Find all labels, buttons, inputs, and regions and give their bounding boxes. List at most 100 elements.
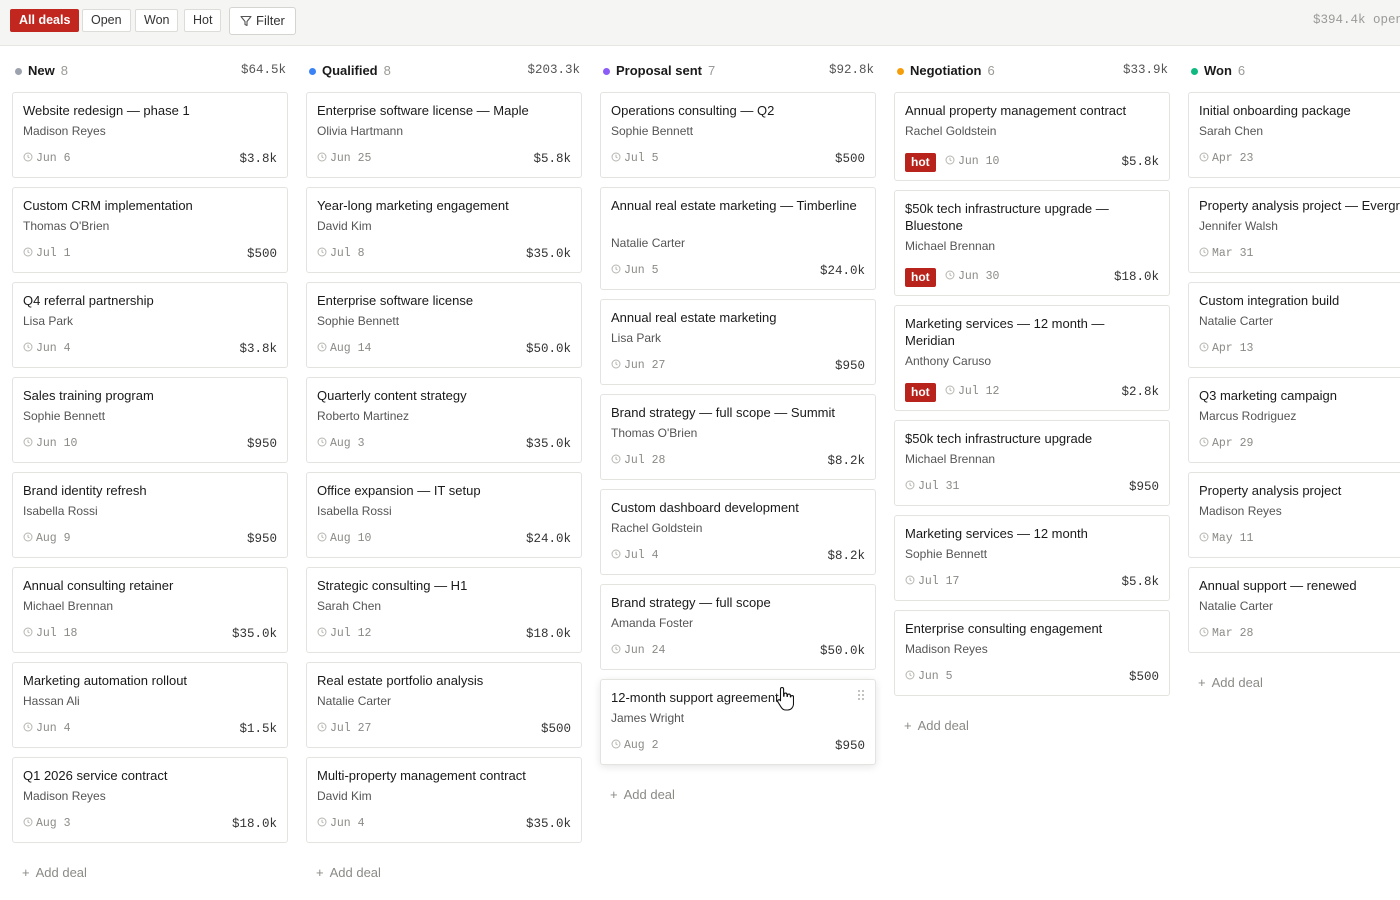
deal-card[interactable]: Brand identity refresh Isabella Rossi Aug … xyxy=(12,472,288,558)
deal-card[interactable]: Custom integration build Natalie Carter Ap… xyxy=(1188,282,1400,368)
deal-card[interactable]: Operations consulting — Q2 Sophie Bennett… xyxy=(600,92,876,178)
clock-icon xyxy=(317,627,327,641)
segment-all-deals[interactable]: All deals xyxy=(10,9,80,32)
deal-date-text: Jul 28 xyxy=(624,454,666,467)
deal-title: Q3 marketing campaign xyxy=(1199,388,1338,403)
deal-date-text: Jun 6 xyxy=(36,152,71,165)
deal-contact: Rachel Goldstein xyxy=(905,124,997,138)
deal-card[interactable]: Sales training program Sophie Bennett Jun … xyxy=(12,377,288,463)
drag-handle-icon[interactable] xyxy=(857,689,865,701)
deal-card[interactable]: Annual consulting retainer Michael Brenna… xyxy=(12,567,288,653)
deal-card[interactable]: Custom dashboard development Rachel Golds… xyxy=(600,489,876,575)
deal-date: Jun 5 xyxy=(905,670,953,684)
deal-card[interactable]: Annual real estate marketing Lisa Park Jun… xyxy=(600,299,876,385)
clock-icon xyxy=(317,532,327,546)
deal-date: Apr 29 xyxy=(1199,437,1253,451)
deal-card[interactable]: Marketing services — 12 month — Meridian… xyxy=(894,305,1170,411)
deal-date: Aug 9 xyxy=(23,532,71,546)
deal-card[interactable]: Office expansion — IT setup Isabella Ross… xyxy=(306,472,582,558)
column-total: $64.5k xyxy=(240,63,286,77)
deal-title: Property analysis project — Evergreen xyxy=(1199,198,1400,213)
deal-title: Brand strategy — full scope — Summit xyxy=(611,405,835,420)
deal-date-text: Jun 4 xyxy=(36,342,71,355)
deal-card[interactable]: Brand strategy — full scope Amanda Foster… xyxy=(600,584,876,670)
deal-date-text: May 11 xyxy=(1212,532,1254,545)
deal-card[interactable]: Real estate portfolio analysis Natalie Ca… xyxy=(306,662,582,748)
deal-card[interactable]: $50k tech infrastructure upgrade Michael … xyxy=(894,420,1170,506)
deal-card[interactable]: Q4 referral partnership Lisa Park Jun 4 $3.… xyxy=(12,282,288,368)
deal-card[interactable]: $50k tech infrastructure upgrade — Blues… xyxy=(894,190,1170,296)
deal-date-text: Jul 8 xyxy=(330,247,365,260)
deal-card[interactable]: Annual property management contract Rache… xyxy=(894,92,1170,181)
add-deal-button[interactable]: + Add deal xyxy=(22,865,87,880)
deal-amount: $3.8k xyxy=(239,152,277,166)
deal-contact: Olivia Hartmann xyxy=(317,124,404,138)
deal-date: Mar 31 xyxy=(1199,247,1253,261)
filter-button[interactable]: Filter xyxy=(229,7,296,35)
hand-cursor-icon xyxy=(777,686,794,711)
deal-card[interactable]: Strategic consulting — H1 Sarah Chen Jul 1… xyxy=(306,567,582,653)
segment-won[interactable]: Won xyxy=(135,9,179,32)
deal-contact: Lisa Park xyxy=(611,331,662,345)
deal-contact: Sophie Bennett xyxy=(905,547,988,561)
deal-card[interactable]: Property analysis project — Evergreen Jen… xyxy=(1188,187,1400,273)
clock-icon xyxy=(905,575,915,589)
deal-title: Marketing services — 12 month xyxy=(905,526,1088,541)
deal-amount: $18.0k xyxy=(525,627,571,641)
add-deal-button[interactable]: + Add deal xyxy=(316,865,381,880)
deal-date: Aug 14 xyxy=(317,342,371,356)
clock-icon xyxy=(1199,152,1209,166)
deal-card[interactable]: Year-long marketing engagement David Kim J… xyxy=(306,187,582,273)
deal-card[interactable]: Enterprise software license Sophie Bennet… xyxy=(306,282,582,368)
deal-title: Enterprise software license xyxy=(317,293,474,308)
hot-badge: hot xyxy=(905,268,936,287)
column-title: New 8 xyxy=(28,63,68,78)
deal-card[interactable]: Marketing automation rollout Hassan Ali Ju… xyxy=(12,662,288,748)
deal-card[interactable]: 12-month support agreement James Wright Au… xyxy=(600,679,876,765)
deal-card[interactable]: Multi-property management contract David … xyxy=(306,757,582,843)
deal-amount: $1.5k xyxy=(239,722,277,736)
deal-card[interactable]: Quarterly content strategy Roberto Martin… xyxy=(306,377,582,463)
deal-title: Annual real estate marketing — Timberlin… xyxy=(611,198,857,213)
add-deal-button[interactable]: + Add deal xyxy=(610,787,675,802)
deal-title: Brand strategy — full scope xyxy=(611,595,771,610)
deal-date: Jun 25 xyxy=(317,152,371,166)
clock-icon xyxy=(23,152,33,166)
deal-date: Jun 27 xyxy=(611,359,665,373)
deal-title: Real estate portfolio analysis xyxy=(317,673,484,688)
column-title: Qualified 8 xyxy=(322,63,391,78)
deal-contact: Natalie Carter xyxy=(317,694,392,708)
deal-title: Website redesign — phase 1 xyxy=(23,103,190,118)
deal-contact: Sophie Bennett xyxy=(23,409,106,423)
deal-amount: $5.8k xyxy=(533,152,571,166)
deal-title: Strategic consulting — H1 xyxy=(317,578,468,593)
hot-badge: hot xyxy=(905,383,936,402)
deal-date: Jun 10 xyxy=(945,155,999,169)
deal-date: Aug 3 xyxy=(317,437,365,451)
deal-title: $50k tech infrastructure upgrade — Blues… xyxy=(905,201,1109,233)
add-deal-button[interactable]: + Add deal xyxy=(904,718,969,733)
deal-card[interactable]: Custom CRM implementation Thomas O'Brien J… xyxy=(12,187,288,273)
deal-date-text: Aug 3 xyxy=(330,437,365,450)
deal-card[interactable]: Q3 marketing campaign Marcus Rodriguez Apr… xyxy=(1188,377,1400,463)
deal-card[interactable]: Annual real estate marketing — Timberlin… xyxy=(600,187,876,290)
deal-card[interactable]: Property analysis project Madison Reyes Ma… xyxy=(1188,472,1400,558)
deal-card[interactable]: Q1 2026 service contract Madison Reyes Aug… xyxy=(12,757,288,843)
deal-amount: $500 xyxy=(540,722,571,736)
deal-card[interactable]: Enterprise software license — Maple Olivi… xyxy=(306,92,582,178)
deal-title: 12-month support agreement xyxy=(611,690,779,705)
deal-card[interactable]: Initial onboarding package Sarah Chen Apr … xyxy=(1188,92,1400,178)
deal-card[interactable]: Annual support — renewed Natalie Carter Ma… xyxy=(1188,567,1400,653)
stage-dot-icon xyxy=(603,68,610,75)
deal-card[interactable]: Enterprise consulting engagement Madison … xyxy=(894,610,1170,696)
plus-icon: + xyxy=(610,787,618,802)
deal-card[interactable]: Brand strategy — full scope — Summit Thom… xyxy=(600,394,876,480)
deal-date: Jul 12 xyxy=(945,385,999,399)
deal-card[interactable]: Website redesign — phase 1 Madison Reyes J… xyxy=(12,92,288,178)
segment-open[interactable]: Open xyxy=(82,9,131,32)
deal-contact: James Wright xyxy=(611,711,685,725)
clock-icon xyxy=(317,247,327,261)
add-deal-button[interactable]: + Add deal xyxy=(1198,675,1263,690)
segment-hot[interactable]: Hot xyxy=(184,9,222,32)
deal-card[interactable]: Marketing services — 12 month Sophie Benn… xyxy=(894,515,1170,601)
